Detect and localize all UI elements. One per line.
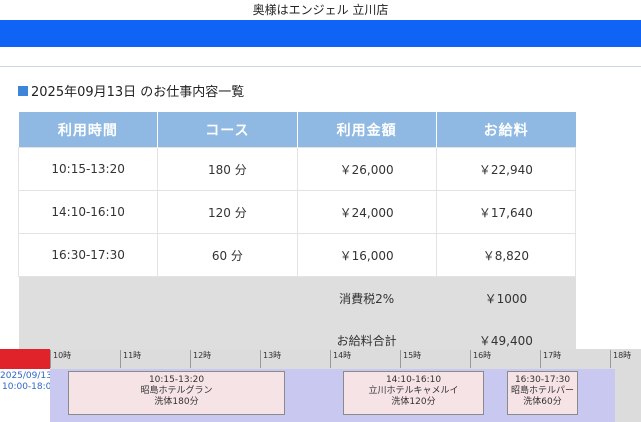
cell-wage: ￥8,820: [435, 233, 577, 277]
table-row: 16:30-17:30 60 分 ￥16,000 ￥8,820: [17, 233, 577, 277]
section-title-text: 2025年09月13日 のお仕事内容一覧: [31, 85, 245, 100]
booking-place: 昭島ホテルグラン: [140, 386, 213, 396]
section-title: 2025年09月13日 のお仕事内容一覧: [18, 81, 244, 100]
booking-place: 昭島ホテルパー: [510, 386, 574, 396]
col-course-header: コース: [157, 112, 298, 148]
table-row: 14:10-16:10 120 分 ￥24,000 ￥17,640: [17, 190, 577, 234]
cell-amount: ￥16,000: [296, 233, 437, 277]
col-amount-header: 利用金額: [297, 112, 437, 148]
header-band: [0, 20, 641, 47]
cell-wage: ￥22,940: [435, 147, 577, 191]
tax-value: ￥1000: [436, 276, 576, 319]
hour-label: 14時: [330, 350, 400, 368]
cell-time: 10:15-13:20: [17, 147, 159, 191]
cell-time: 14:10-16:10: [17, 190, 159, 234]
schedule-timeline: 2025/09/13 10:00-18:00 10時 11時 12時 13時 1…: [0, 349, 641, 422]
tax-row: 消費税2% ￥1000: [18, 276, 576, 319]
booking-course: 洗体120分: [391, 397, 436, 407]
cell-course: 60 分: [157, 233, 298, 277]
divider: [0, 66, 641, 67]
hour-label: 17時: [540, 350, 610, 368]
booking-time: 16:30-17:30: [514, 375, 571, 385]
work-summary-table: 利用時間 コース 利用金額 お給料 10:15-13:20 180 分 ￥26,…: [17, 112, 577, 361]
hour-label: 11時: [120, 350, 190, 368]
top-bar: 奥様はエンジェル 立川店: [0, 0, 641, 20]
cell-time: 16:30-17:30: [17, 233, 159, 277]
hour-label: 15時: [400, 350, 470, 368]
booking-block[interactable]: 10:15-13:20 昭島ホテルグラン 洗体180分: [68, 371, 285, 415]
cell-course: 180 分: [157, 147, 298, 191]
table-row: 10:15-13:20 180 分 ￥26,000 ￥22,940: [17, 147, 577, 191]
square-icon: [18, 85, 28, 96]
cell-course: 120 分: [157, 190, 298, 234]
col-time-header: 利用時間: [18, 112, 159, 148]
cell-amount: ￥26,000: [296, 147, 437, 191]
booking-course: 洗体180分: [154, 397, 199, 407]
hour-label: 10時: [50, 350, 120, 368]
booking-block[interactable]: 14:10-16:10 立川ホテルキャメルイ 洗体120分: [343, 371, 484, 415]
cell-amount: ￥24,000: [296, 190, 437, 234]
schedule-corner: [0, 349, 50, 369]
schedule-date-text: 2025/09/13 10:00-18:00: [0, 371, 57, 393]
hours-row: 10時 11時 12時 13時 14時 15時 16時 17時 18時: [50, 349, 641, 369]
schedule-date-cell[interactable]: 2025/09/13 10:00-18:00: [0, 369, 57, 422]
hour-label: 18時: [610, 350, 641, 368]
hour-label: 16時: [470, 350, 540, 368]
empty-cell: [18, 276, 158, 319]
shop-title: 奥様はエンジェル 立川店: [252, 3, 389, 17]
table-header-row: 利用時間 コース 利用金額 お給料: [18, 112, 576, 148]
cell-wage: ￥17,640: [435, 190, 577, 234]
hour-label: 12時: [190, 350, 260, 368]
schedule-shift: 10:00-18:00: [2, 382, 58, 392]
col-wage-header: お給料: [436, 112, 576, 148]
tax-label: 消費税2%: [297, 276, 437, 319]
booking-time: 14:10-16:10: [385, 375, 442, 385]
booking-place: 立川ホテルキャメルイ: [368, 386, 459, 396]
empty-cell: [157, 276, 297, 319]
booking-course: 洗体60分: [523, 397, 562, 407]
schedule-date: 2025/09/13: [0, 371, 52, 381]
booking-block[interactable]: 16:30-17:30 昭島ホテルパー 洗体60分: [507, 371, 578, 415]
hour-label: 13時: [260, 350, 330, 368]
booking-time: 10:15-13:20: [148, 375, 205, 385]
